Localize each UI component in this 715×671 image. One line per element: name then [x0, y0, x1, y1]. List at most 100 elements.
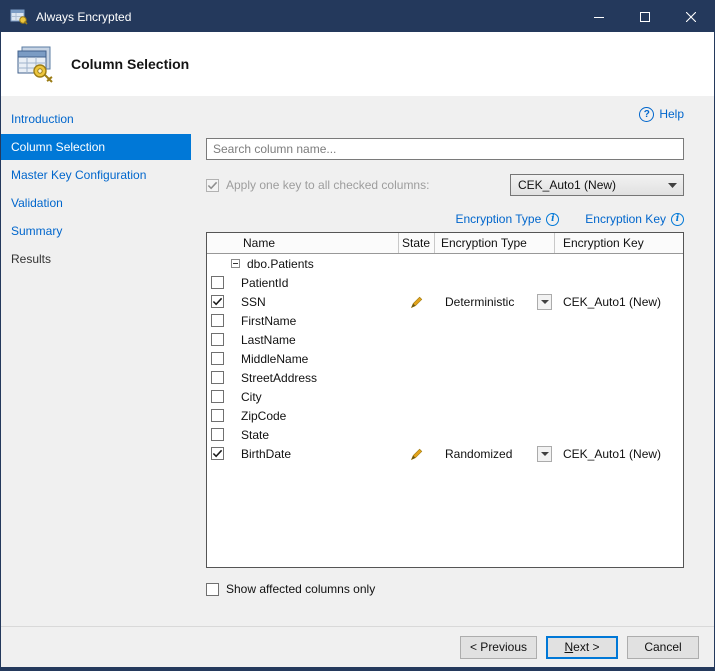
wizard-body: Introduction Column Selection Master Key… [1, 96, 714, 626]
table-row[interactable]: SSN Deterministic CEK_Auto1 (New) [207, 292, 683, 311]
encryption-type-value: Deterministic [445, 295, 514, 309]
encryption-type-dropdown[interactable] [537, 446, 552, 462]
encryption-key-info-icon[interactable] [671, 213, 684, 226]
encryption-key-link-group: Encryption Key [585, 212, 684, 226]
name-cell: City [207, 390, 399, 404]
encryption-key-link[interactable]: Encryption Key [585, 212, 666, 226]
name-cell: PatientId [207, 276, 399, 290]
header-encryption-key: Encryption Key [555, 233, 683, 253]
cek-key-dropdown[interactable]: CEK_Auto1 (New) [510, 174, 684, 196]
row-checkbox[interactable] [211, 390, 224, 403]
encryption-type-cell [435, 351, 555, 367]
apply-key-checkbox [206, 179, 219, 192]
state-cell [399, 390, 435, 404]
name-cell: FirstName [207, 314, 399, 328]
wizard-footer: < Previous Next > Cancel [1, 626, 714, 667]
table-group-row: dbo.Patients [207, 254, 683, 273]
column-name-label: City [241, 390, 262, 404]
name-cell: State [207, 428, 399, 442]
column-name-label: BirthDate [241, 447, 291, 461]
table-row[interactable]: PatientId [207, 273, 683, 292]
table-row[interactable]: LastName [207, 330, 683, 349]
header-name: Name [207, 233, 399, 253]
encryption-type-cell [435, 427, 555, 443]
column-name-label: MiddleName [241, 352, 308, 366]
sidebar-item-column-selection[interactable]: Column Selection [1, 134, 191, 160]
row-checkbox[interactable] [211, 409, 224, 422]
row-checkbox[interactable] [211, 352, 224, 365]
encryption-type-value: Randomized [445, 447, 512, 461]
name-cell: BirthDate [207, 447, 399, 461]
wizard-header: Column Selection [1, 32, 714, 96]
table-row[interactable]: State [207, 425, 683, 444]
row-checkbox[interactable] [211, 314, 224, 327]
show-affected-checkbox[interactable] [206, 583, 219, 596]
column-links-row: Encryption Type Encryption Key [206, 212, 684, 226]
table-row[interactable]: MiddleName [207, 349, 683, 368]
window-controls [576, 1, 714, 32]
cancel-button[interactable]: Cancel [627, 636, 699, 659]
columns-table: Name State Encryption Type Encryption Ke… [206, 232, 684, 568]
encryption-type-dropdown[interactable] [537, 294, 552, 310]
encryption-key-value: CEK_Auto1 (New) [563, 295, 661, 309]
collapse-expander-icon[interactable] [231, 259, 240, 268]
search-column-input[interactable] [206, 138, 684, 160]
encryption-key-cell: CEK_Auto1 (New) [555, 295, 683, 309]
column-name-label: StreetAddress [241, 371, 317, 385]
name-cell: StreetAddress [207, 371, 399, 385]
name-cell: ZipCode [207, 409, 399, 423]
table-row[interactable]: City [207, 387, 683, 406]
minimize-button[interactable] [576, 1, 622, 32]
name-cell: MiddleName [207, 352, 399, 366]
encryption-key-value: CEK_Auto1 (New) [563, 447, 661, 461]
row-checkbox[interactable] [211, 295, 224, 308]
encryption-type-link[interactable]: Encryption Type [455, 212, 541, 226]
wizard-steps-sidebar: Introduction Column Selection Master Key… [1, 96, 191, 626]
close-button[interactable] [668, 1, 714, 32]
previous-button[interactable]: < Previous [460, 636, 537, 659]
column-name-label: PatientId [241, 276, 288, 290]
next-button[interactable]: Next > [546, 636, 618, 659]
state-cell [399, 447, 435, 461]
title-bar: Always Encrypted [1, 1, 714, 32]
row-checkbox[interactable] [211, 276, 224, 289]
encryption-type-cell [435, 389, 555, 405]
state-cell [399, 428, 435, 442]
column-name-label: State [241, 428, 269, 442]
encryption-type-cell [435, 275, 555, 291]
header-state: State [399, 233, 435, 253]
header-encryption-type: Encryption Type [435, 233, 555, 253]
table-header: Name State Encryption Type Encryption Ke… [207, 233, 683, 254]
maximize-button[interactable] [622, 1, 668, 32]
apply-key-label: Apply one key to all checked columns: [226, 178, 429, 192]
row-checkbox[interactable] [211, 371, 224, 384]
table-group-label: dbo.Patients [247, 257, 314, 271]
state-cell [399, 409, 435, 423]
encryption-type-info-icon[interactable] [546, 213, 559, 226]
table-row[interactable]: FirstName [207, 311, 683, 330]
column-selection-panel: Help Apply one key to all checked column… [191, 96, 714, 626]
window-title: Always Encrypted [36, 10, 131, 24]
sidebar-item-summary[interactable]: Summary [1, 218, 191, 244]
row-checkbox[interactable] [211, 428, 224, 441]
encryption-type-cell: Randomized [435, 446, 555, 462]
always-encrypted-window: Always Encrypted [0, 0, 715, 671]
table-row[interactable]: StreetAddress [207, 368, 683, 387]
show-affected-label: Show affected columns only [226, 582, 375, 596]
state-cell [399, 371, 435, 385]
row-checkbox[interactable] [211, 333, 224, 346]
sidebar-item-introduction[interactable]: Introduction [1, 106, 191, 132]
sidebar-item-validation[interactable]: Validation [1, 190, 191, 216]
help-link[interactable]: Help [659, 107, 684, 121]
show-affected-row: Show affected columns only [206, 582, 684, 596]
sidebar-item-master-key-configuration[interactable]: Master Key Configuration [1, 162, 191, 188]
table-row[interactable]: BirthDate Randomized CEK_Auto1 (New) [207, 444, 683, 463]
table-row[interactable]: ZipCode [207, 406, 683, 425]
state-cell [399, 314, 435, 328]
row-checkbox[interactable] [211, 447, 224, 460]
column-name-label: ZipCode [241, 409, 286, 423]
edit-pencil-icon [410, 447, 424, 461]
name-cell: LastName [207, 333, 399, 347]
state-cell [399, 295, 435, 309]
encryption-type-cell [435, 370, 555, 386]
